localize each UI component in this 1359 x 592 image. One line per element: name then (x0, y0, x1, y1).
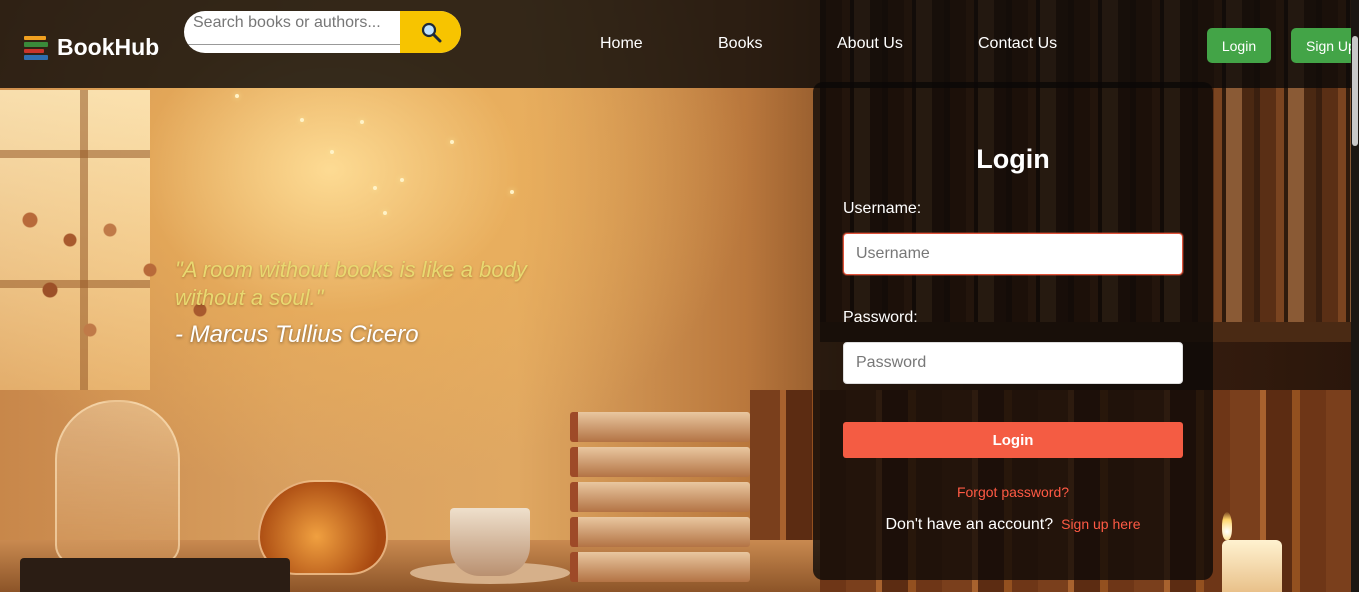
books-stack-icon (24, 35, 48, 60)
glass-vase (55, 400, 180, 565)
login-title: Login (976, 144, 1050, 174)
signup-prompt: Don't have an account? Sign up here (813, 516, 1213, 534)
brand-logo[interactable]: BookHub (24, 34, 159, 61)
search-bar (184, 11, 461, 53)
tea-cup (450, 508, 530, 576)
candle-flame (1222, 512, 1232, 540)
dark-book (20, 558, 290, 592)
nav-home[interactable]: Home (600, 35, 643, 53)
search-button[interactable] (400, 11, 461, 53)
password-label: Password: (843, 309, 918, 326)
username-label: Username: (843, 200, 922, 217)
login-panel: Login Username: Password: Login Forgot p… (813, 82, 1213, 580)
signup-link[interactable]: Sign up here (1061, 516, 1140, 532)
candle (1222, 540, 1282, 592)
page-scrollbar[interactable] (1351, 0, 1359, 592)
quote-author: - Marcus Tullius Cicero (175, 321, 419, 348)
password-field[interactable] (843, 342, 1183, 384)
search-input[interactable] (184, 11, 400, 45)
hero-quote: "A room without books is like a body wit… (175, 257, 527, 310)
magnifier-icon (421, 22, 441, 43)
header-login-button[interactable]: Login (1207, 28, 1271, 63)
nav-books[interactable]: Books (718, 35, 762, 53)
brand-name: BookHub (57, 34, 160, 60)
scrollbar-thumb[interactable] (1352, 36, 1358, 146)
top-navbar: BookHub Home Books About Us Contact Us L… (0, 0, 1359, 88)
no-account-text: Don't have an account? (885, 516, 1054, 533)
nav-contact-us[interactable]: Contact Us (978, 35, 1057, 53)
username-field[interactable] (843, 233, 1183, 275)
forgot-password-link[interactable]: Forgot password? (813, 484, 1213, 500)
book-stack (570, 412, 750, 592)
nav-about-us[interactable]: About Us (837, 35, 903, 53)
login-submit-button[interactable]: Login (843, 422, 1183, 458)
header-signup-button[interactable]: Sign Up (1291, 28, 1359, 63)
